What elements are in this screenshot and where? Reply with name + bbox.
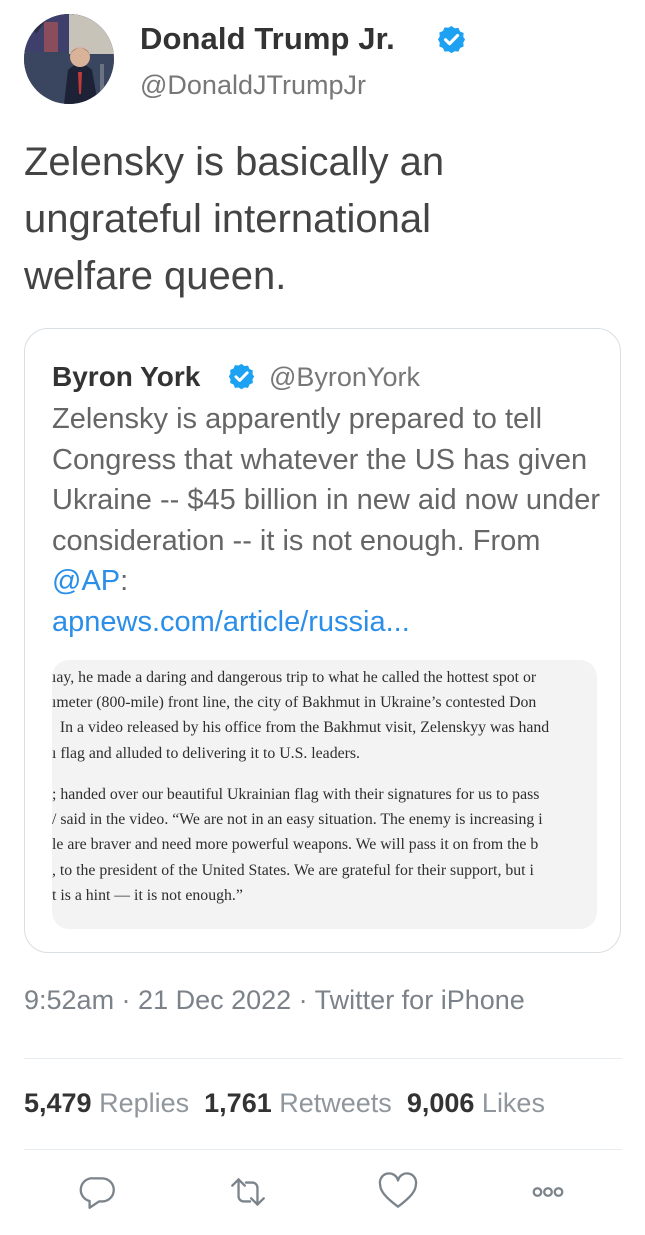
mention-suffix: : <box>120 565 129 598</box>
tweet-timestamp[interactable]: 9:52am · 21 Dec 2022 · Twitter for iPhon… <box>24 985 525 1016</box>
tweet-text: Zelensky is basically an ungrateful inte… <box>24 140 445 298</box>
retweet-button[interactable] <box>224 1168 272 1216</box>
article-link[interactable]: apnews.com/article/russia... <box>52 606 410 638</box>
reply-icon <box>79 1177 115 1209</box>
like-button[interactable] <box>374 1168 422 1216</box>
likes-count[interactable]: 9,006 <box>407 1088 475 1118</box>
avatar-image <box>24 14 114 104</box>
article-preview-image[interactable]: ıay, he made a daring and dangerous trip… <box>52 660 597 929</box>
article-paragraph: ıay, he made a daring and dangerous trip… <box>52 669 550 762</box>
replies-label[interactable]: Replies <box>99 1088 189 1118</box>
divider <box>24 1149 622 1150</box>
quoted-tweet-text: Zelensky is apparently prepared to tell … <box>52 399 612 643</box>
more-button[interactable] <box>524 1168 572 1216</box>
avatar[interactable] <box>24 14 114 104</box>
mention-link[interactable]: @AP <box>52 565 120 597</box>
quoted-tweet-card[interactable]: Byron York @ByronYork Zelensky is appare… <box>24 328 621 953</box>
replies-count[interactable]: 5,479 <box>24 1088 92 1118</box>
author-handle[interactable]: @DonaldJTrumpJr <box>140 70 366 101</box>
retweet-icon <box>231 1178 265 1206</box>
tweet-stats: 5,479 Replies 1,761 Retweets 9,006 Likes <box>24 1088 545 1119</box>
quoted-author-name[interactable]: Byron York <box>52 361 200 393</box>
quoted-author-handle[interactable]: @ByronYork <box>269 362 420 393</box>
verified-badge-icon <box>228 363 255 390</box>
likes-label[interactable]: Likes <box>482 1088 545 1118</box>
divider <box>24 1058 622 1059</box>
quoted-text-body: Zelensky is apparently prepared to tell … <box>52 403 601 557</box>
article-paragraph: ; handed over our beautiful Ukrainian fl… <box>52 786 543 904</box>
heart-icon <box>378 1172 418 1208</box>
retweets-count[interactable]: 1,761 <box>204 1088 272 1118</box>
tweet-header: Donald Trump Jr. @DonaldJTrumpJr <box>24 14 624 106</box>
more-icon <box>532 1187 564 1197</box>
author-name[interactable]: Donald Trump Jr. <box>140 21 395 57</box>
quoted-tweet-header: Byron York @ByronYork <box>52 360 602 396</box>
verified-badge-icon <box>437 25 466 54</box>
retweets-label[interactable]: Retweets <box>279 1088 392 1118</box>
reply-button[interactable] <box>74 1168 122 1216</box>
